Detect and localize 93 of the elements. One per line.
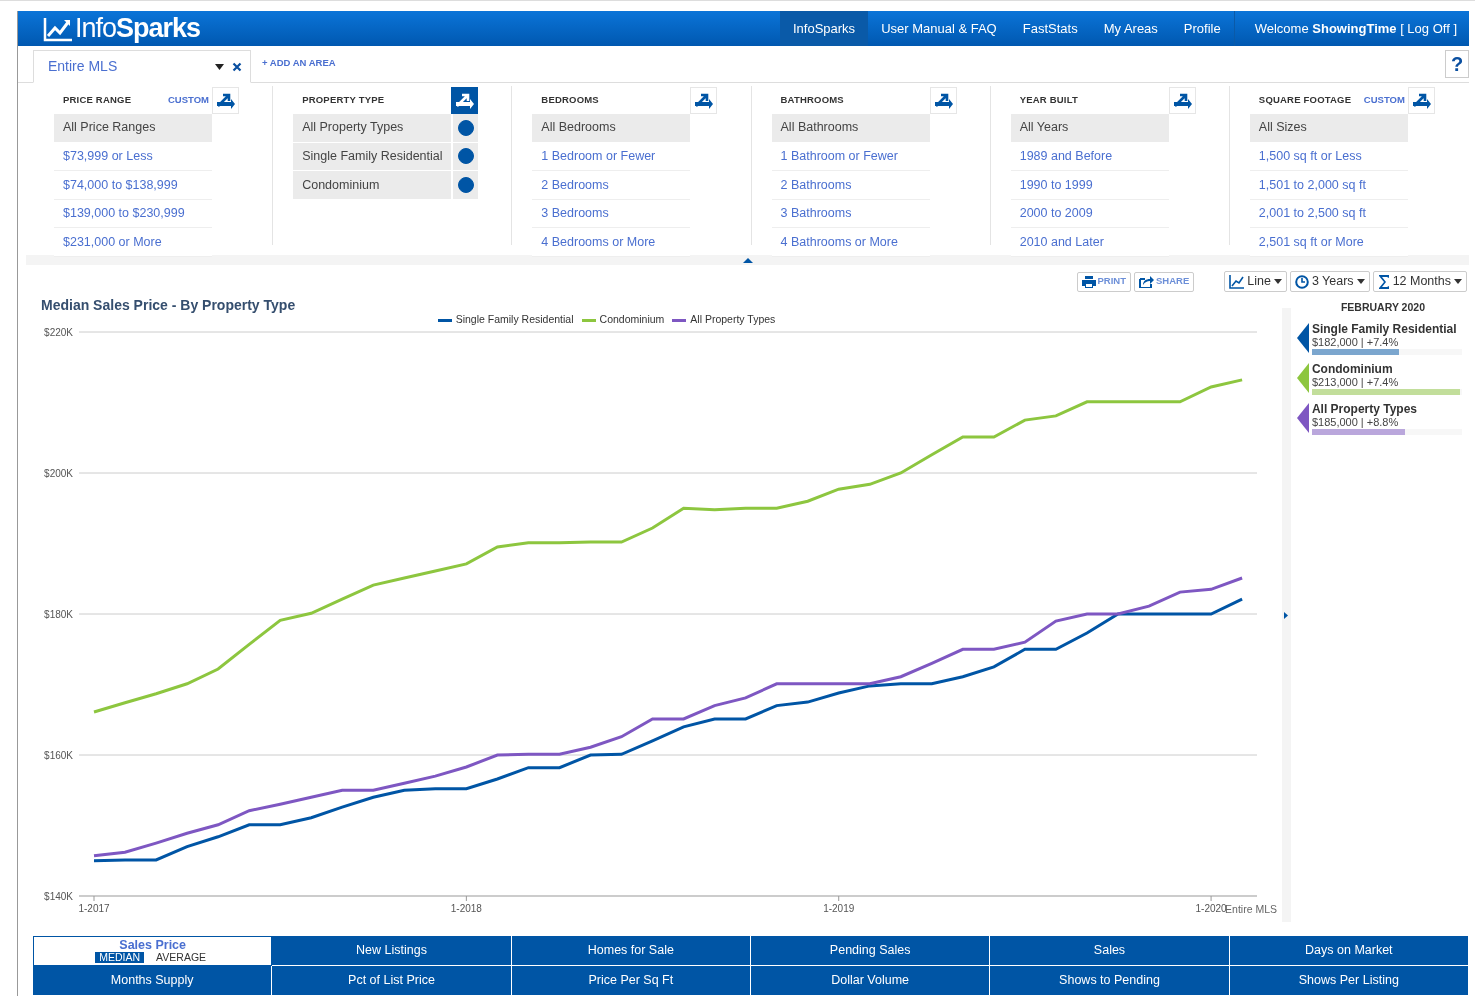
filter-option[interactable]: All Sizes — [1249, 114, 1408, 143]
tick-mark — [1210, 895, 1212, 902]
help-button[interactable]: ? — [1445, 50, 1469, 78]
x-axis-label: 1-2020 — [1195, 903, 1227, 914]
arrow-icon — [1172, 91, 1192, 109]
y-axis-label: $160K — [44, 750, 73, 761]
chart-type-dropdown[interactable]: Line — [1224, 271, 1287, 292]
y-axis-label: $200K — [44, 468, 73, 479]
caret-icon — [1454, 279, 1462, 284]
legend-item: Condominium — [581, 312, 665, 328]
nav-link[interactable]: Profile — [1170, 11, 1234, 46]
area-tab[interactable]: Entire MLS — [33, 50, 251, 83]
metric-tab[interactable]: Sales — [990, 936, 1230, 966]
metric-tab[interactable]: Price Per Sq Ft — [511, 966, 751, 996]
share-button[interactable]: SHARE — [1134, 271, 1195, 292]
arrow-icon — [694, 91, 714, 109]
share-icon — [1139, 275, 1154, 288]
tick-mark — [465, 895, 467, 902]
y-axis-label: $180K — [44, 609, 73, 620]
metric-tab[interactable]: Homes for Sale — [511, 936, 751, 966]
collapse-icon[interactable] — [742, 258, 753, 263]
print-button[interactable]: PRINT — [1076, 271, 1131, 292]
legend-item: Single Family Residential — [437, 312, 574, 328]
toggle-dot[interactable] — [457, 119, 474, 136]
close-icon[interactable] — [232, 61, 242, 72]
filter-heading: YEAR BUILT — [1018, 92, 1078, 107]
x-axis-label: 1-2018 — [450, 903, 482, 914]
tick-mark — [838, 895, 840, 902]
metric-tab[interactable]: Pending Sales — [751, 936, 991, 966]
series-value: $182,000 | +7.4% — [1311, 335, 1400, 348]
metric-tab[interactable]: Months Supply — [33, 966, 273, 996]
logo[interactable]: InfoSparks — [43, 11, 201, 46]
nav-link[interactable]: FastStats — [1009, 11, 1091, 46]
clock-icon — [1294, 274, 1309, 289]
expand-icon[interactable] — [1284, 611, 1289, 619]
expand-button[interactable] — [451, 86, 479, 114]
filter-heading: BATHROOMS — [779, 92, 844, 107]
rolling-period-dropdown[interactable]: 12 Months — [1372, 271, 1467, 292]
series-name: Single Family Residential — [1311, 322, 1458, 336]
area-label: Entire MLS — [1225, 902, 1277, 918]
printer-icon — [1081, 275, 1096, 288]
y-axis-label: $140K — [44, 891, 73, 902]
tick-mark — [93, 895, 95, 902]
chart-title: Median Sales Price - By Property Type — [41, 296, 297, 313]
filter-heading: BEDROOMS — [540, 92, 599, 107]
filter-heading: PROPERTY TYPE — [301, 92, 385, 107]
add-area-link[interactable]: + ADD AN AREA — [262, 55, 336, 70]
arrow-icon — [1411, 91, 1431, 109]
line-chart-icon — [1229, 274, 1245, 289]
toggle-dot[interactable] — [457, 148, 474, 165]
stat-option[interactable]: AVERAGE — [152, 952, 211, 963]
welcome-text: Welcome ShowingTime [ Log Off ] — [1254, 19, 1457, 38]
chart-logo-icon — [43, 15, 73, 42]
filter-heading: PRICE RANGE — [62, 92, 132, 107]
metric-tab-label[interactable]: Sales Price — [119, 939, 186, 952]
custom-link[interactable]: CUSTOM — [1363, 92, 1405, 108]
arrow-icon — [933, 91, 953, 109]
caret-icon[interactable] — [215, 63, 224, 70]
series-name: Condominium — [1311, 362, 1394, 376]
legend-item: All Property Types — [672, 312, 776, 328]
sigma-icon — [1377, 274, 1390, 289]
arrow-icon — [455, 91, 475, 109]
filter-option[interactable]: Condominium — [293, 171, 452, 200]
series-value: $213,000 | +7.4% — [1311, 375, 1400, 388]
nav-link[interactable]: User Manual & FAQ — [868, 11, 1010, 46]
nav-link[interactable]: InfoSparks — [779, 11, 869, 46]
metric-tab[interactable]: Days on Market — [1229, 936, 1469, 966]
caret-icon — [1273, 279, 1282, 284]
metric-tab[interactable]: Dollar Volume — [751, 966, 991, 996]
x-axis-label: 1-2019 — [823, 903, 855, 914]
metric-tab[interactable]: Shows Per Listing — [1229, 966, 1469, 996]
y-axis-label: $220K — [44, 327, 73, 338]
metric-tab[interactable]: New Listings — [272, 936, 512, 966]
filter-option[interactable]: All Property Types — [293, 114, 452, 143]
metric-tab[interactable]: Shows to Pending — [990, 966, 1230, 996]
stat-option[interactable]: MEDIAN — [95, 952, 145, 963]
filter-option[interactable]: All Price Ranges — [54, 114, 212, 143]
nav-link[interactable]: My Areas — [1090, 11, 1171, 46]
caret-icon — [1356, 279, 1365, 284]
metric-tab[interactable]: Pct of List Price — [272, 966, 512, 996]
filter-option[interactable]: All Bedrooms — [532, 114, 691, 143]
series-value: $185,000 | +8.8% — [1311, 415, 1399, 428]
filter-option[interactable]: All Years — [1010, 114, 1169, 143]
period-label: FEBRUARY 2020 — [1339, 300, 1426, 315]
filter-heading: SQUARE FOOTAGE — [1257, 92, 1352, 107]
series-name: All Property Types — [1311, 402, 1419, 416]
filter-option[interactable]: Single Family Residential — [293, 142, 452, 172]
x-axis-label: 1-2017 — [78, 903, 110, 914]
arrow-icon — [216, 91, 235, 109]
toggle-dot[interactable] — [457, 177, 474, 193]
time-range-dropdown[interactable]: 3 Years — [1289, 271, 1370, 292]
custom-link[interactable]: CUSTOM — [168, 92, 209, 108]
filter-option[interactable]: All Bathrooms — [771, 114, 930, 143]
